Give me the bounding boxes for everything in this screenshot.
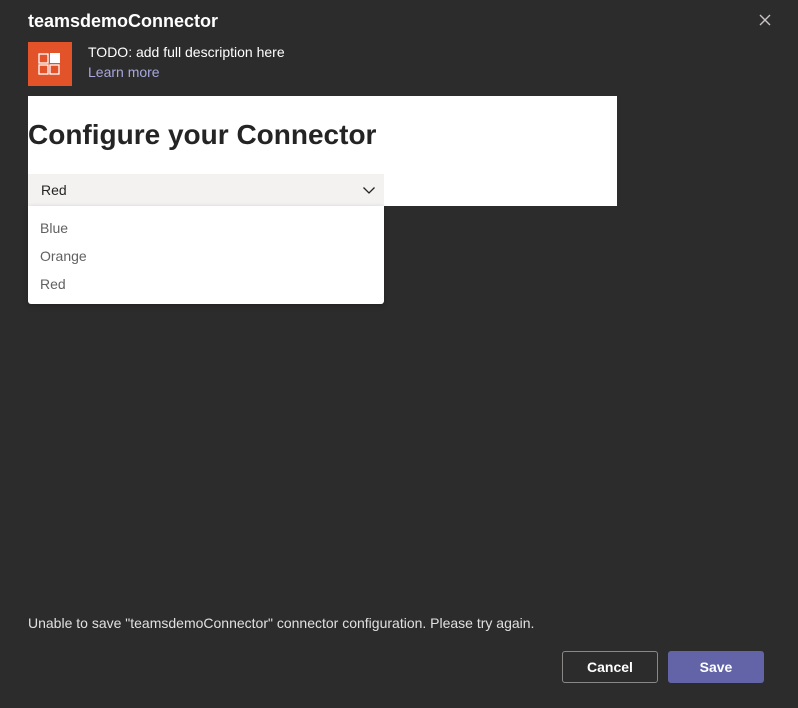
chevron-down-icon	[363, 187, 375, 194]
select-value: Red	[41, 182, 67, 198]
dropdown-option-orange[interactable]: Orange	[28, 242, 384, 270]
dropdown-option-label: Red	[40, 276, 66, 292]
error-message: Unable to save "teamsdemoConnector" conn…	[28, 615, 535, 631]
app-logo	[28, 42, 72, 86]
learn-more-link[interactable]: Learn more	[88, 64, 160, 81]
save-button[interactable]: Save	[668, 651, 764, 683]
cancel-button[interactable]: Cancel	[562, 651, 658, 683]
connector-dialog: teamsdemoConnector TODO: add full descri…	[0, 0, 798, 708]
dropdown-option-blue[interactable]: Blue	[28, 214, 384, 242]
dropdown-option-red[interactable]: Red	[28, 270, 384, 298]
app-description: TODO: add full description here	[88, 44, 285, 60]
dropdown-option-label: Blue	[40, 220, 69, 236]
config-panel: Configure your Connector Red	[28, 96, 617, 206]
close-icon	[759, 14, 771, 26]
config-heading: Configure your Connector	[28, 119, 377, 150]
dropdown-option-label: Orange	[40, 248, 87, 264]
color-select[interactable]: Red	[28, 174, 384, 206]
color-dropdown-list: Blue Orange Red	[28, 206, 384, 304]
dialog-title: teamsdemoConnector	[28, 11, 219, 31]
app-grid-icon	[38, 53, 60, 75]
close-button[interactable]	[756, 11, 774, 29]
